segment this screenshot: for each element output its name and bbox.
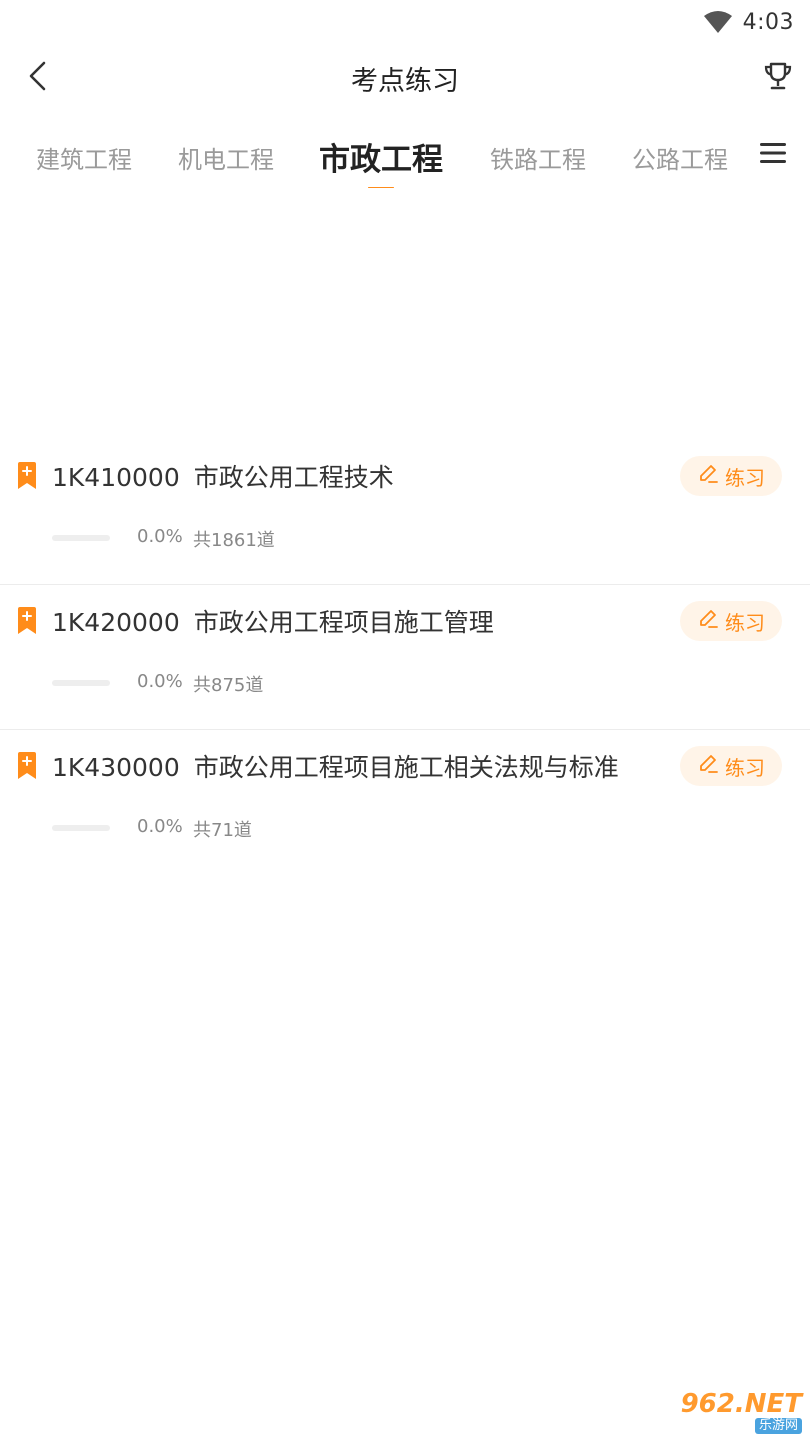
chapter-title: 1K410000 市政公用工程技术 xyxy=(52,458,394,494)
chapter-name: 市政公用工程项目施工相关法规与标准 xyxy=(193,753,619,782)
chapter-name: 市政公用工程技术 xyxy=(193,463,394,492)
progress-percent: 0.0% xyxy=(137,816,183,837)
category-tabs: 建筑工程 机电工程 市政工程 铁路工程 公路工程 xyxy=(0,124,810,196)
chapter-code: 1K420000 xyxy=(52,608,180,637)
pencil-icon xyxy=(697,463,719,490)
back-arrow-icon xyxy=(27,61,49,95)
progress-percent: 0.0% xyxy=(137,526,183,547)
status-bar: 4:03 xyxy=(0,0,810,44)
chapter-code: 1K430000 xyxy=(52,753,180,782)
menu-icon xyxy=(760,142,786,168)
question-count: 共875道 xyxy=(193,675,264,696)
list-item[interactable]: 1K410000 市政公用工程技术 练习 0.0% 共1861道 xyxy=(0,440,810,585)
trophy-button[interactable] xyxy=(760,60,796,96)
progress-percent: 0.0% xyxy=(137,671,183,692)
pencil-icon xyxy=(697,608,719,635)
progress-bar xyxy=(52,680,110,686)
practice-button[interactable]: 练习 xyxy=(680,456,782,496)
tab-jidian[interactable]: 机电工程 xyxy=(178,124,274,188)
question-count: 共1861道 xyxy=(193,530,275,551)
practice-label: 练习 xyxy=(725,610,765,635)
tab-label: 铁路工程 xyxy=(490,146,586,174)
list-item[interactable]: 1K430000 市政公用工程项目施工相关法规与标准 练习 0.0% 共71道 xyxy=(0,730,810,875)
tab-label: 机电工程 xyxy=(178,146,274,174)
active-tab-indicator xyxy=(368,187,394,188)
back-button[interactable] xyxy=(20,60,56,96)
chapter-title: 1K420000 市政公用工程项目施工管理 xyxy=(52,603,494,639)
header: 考点练习 xyxy=(0,48,810,108)
tab-label: 建筑工程 xyxy=(36,146,132,174)
list-item[interactable]: 1K420000 市政公用工程项目施工管理 练习 0.0% 共875道 xyxy=(0,585,810,730)
chapter-name: 市政公用工程项目施工管理 xyxy=(193,608,494,637)
practice-label: 练习 xyxy=(725,755,765,780)
chapter-code: 1K410000 xyxy=(52,463,180,492)
tab-jianzhu[interactable]: 建筑工程 xyxy=(36,124,132,188)
bookmark-plus-icon xyxy=(16,607,38,635)
screen: 4:03 考点练习 建筑工程 机电工程 市政工程 铁路工程 公路工程 1K410… xyxy=(0,0,810,1440)
chapter-title: 1K430000 市政公用工程项目施工相关法规与标准 xyxy=(52,748,619,784)
tab-gonglu[interactable]: 公路工程 xyxy=(632,124,728,188)
pencil-icon xyxy=(697,753,719,780)
progress-bar xyxy=(52,825,110,831)
tab-label: 公路工程 xyxy=(632,146,728,174)
progress-bar xyxy=(52,535,110,541)
status-time: 4:03 xyxy=(742,9,794,35)
practice-button[interactable]: 练习 xyxy=(680,601,782,641)
bookmark-plus-icon xyxy=(16,752,38,780)
tab-tielu[interactable]: 铁路工程 xyxy=(490,124,586,188)
bookmark-plus-icon xyxy=(16,462,38,490)
tab-label: 市政工程 xyxy=(319,142,443,178)
watermark-logo: 962.NET 乐游网 xyxy=(668,1390,802,1434)
page-title: 考点练习 xyxy=(351,65,459,97)
chapter-list: 1K410000 市政公用工程技术 练习 0.0% 共1861道 1K42000… xyxy=(0,440,810,875)
practice-button[interactable]: 练习 xyxy=(680,746,782,786)
wifi-icon xyxy=(703,9,733,35)
watermark-main: 962.NET xyxy=(680,1389,802,1419)
trophy-icon xyxy=(762,60,794,96)
tab-shizheng[interactable]: 市政工程 xyxy=(319,124,443,188)
practice-label: 练习 xyxy=(725,465,765,490)
watermark-sub: 乐游网 xyxy=(754,1418,802,1434)
tab-menu-button[interactable] xyxy=(758,140,788,170)
question-count: 共71道 xyxy=(193,820,252,841)
